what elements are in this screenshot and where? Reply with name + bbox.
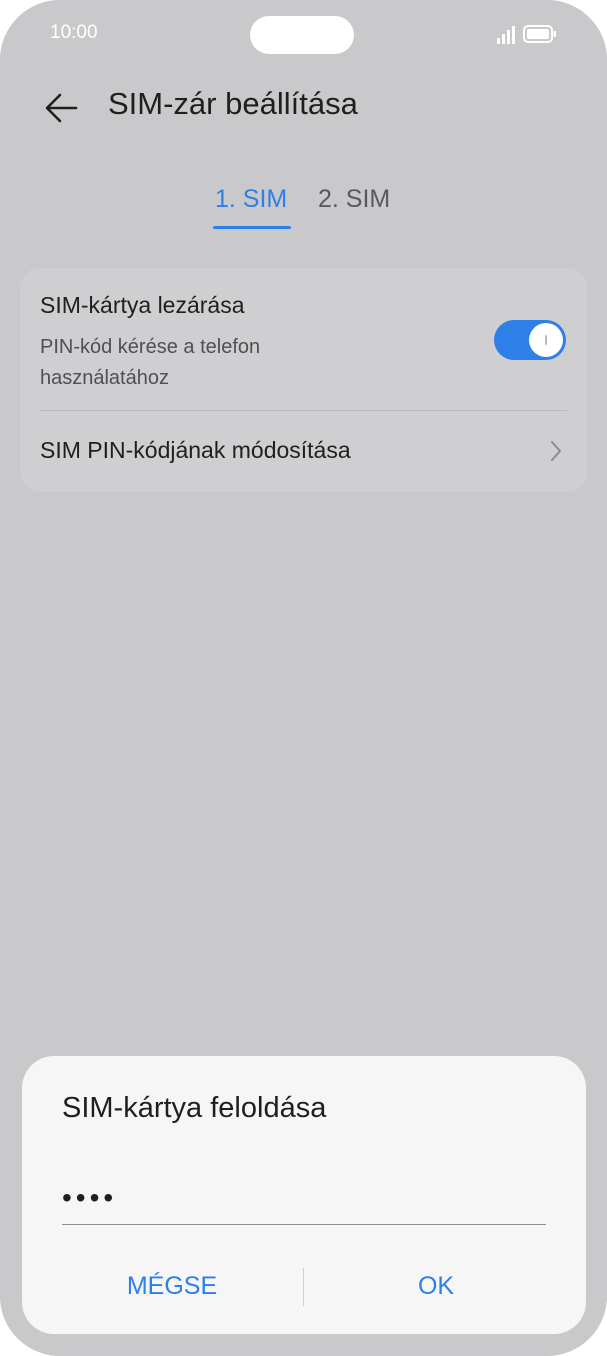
ok-button[interactable]: OK: [306, 1260, 566, 1312]
settings-screen: 10:00 SIM-zár beállítása 1. SIM 2. SIM S…: [0, 0, 607, 1356]
pin-input-underline: [62, 1224, 546, 1225]
toggle-knob: [529, 323, 563, 357]
sim-lock-toggle[interactable]: [494, 320, 566, 360]
page-title: SIM-zár beállítása: [108, 86, 358, 121]
signal-icon: [497, 26, 515, 44]
arrow-left-icon[interactable]: [40, 86, 84, 130]
pin-input[interactable]: [62, 1174, 546, 1222]
battery-icon: [523, 25, 556, 43]
status-bar: 10:00: [0, 0, 607, 70]
change-pin-row[interactable]: SIM PIN-kódjának módosítása: [20, 411, 587, 492]
dialog-title: SIM-kártya feloldása: [62, 1092, 327, 1124]
button-divider: [303, 1268, 304, 1306]
toggle-knob-mark: [545, 335, 547, 345]
sim-lock-subtitle: PIN-kód kérése a telefon használatához: [40, 336, 261, 389]
settings-card: SIM-kártya lezárása PIN-kód kérése a tel…: [20, 268, 587, 492]
active-tab-indicator: [213, 226, 291, 229]
tab-sim-1[interactable]: 1. SIM: [215, 185, 287, 214]
change-pin-label: SIM PIN-kódjának módosítása: [40, 437, 351, 463]
chevron-right-icon: [551, 441, 561, 461]
camera-notch: [250, 16, 354, 54]
tab-sim-2[interactable]: 2. SIM: [318, 185, 390, 214]
unlock-sim-dialog: SIM-kártya feloldása MÉGSE OK: [22, 1056, 586, 1334]
status-time: 10:00: [50, 22, 98, 43]
phone-frame: 10:00 SIM-zár beállítása 1. SIM 2. SIM S…: [0, 0, 607, 1356]
cancel-button[interactable]: MÉGSE: [42, 1260, 302, 1312]
sim-lock-title: SIM-kártya lezárása: [40, 292, 245, 318]
